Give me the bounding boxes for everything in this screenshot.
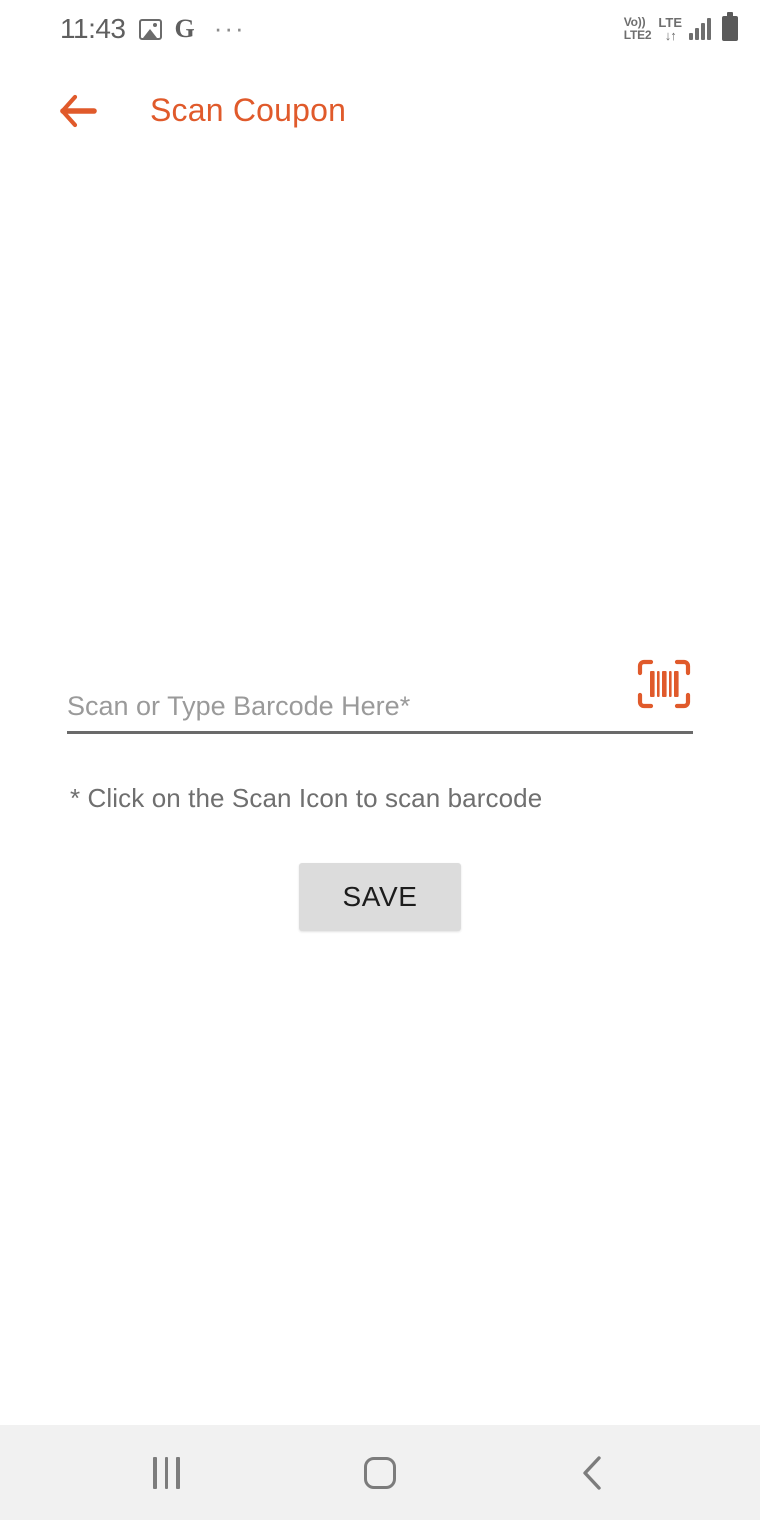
phone-screen: 11:43 G ··· Vo)) LTE2 LTE ↓↑ Scan Coupon… — [0, 0, 760, 1520]
scan-hint-text: * Click on the Scan Icon to scan barcode — [70, 783, 543, 813]
photos-icon — [138, 18, 162, 40]
status-bar: 11:43 G ··· Vo)) LTE2 LTE ↓↑ — [0, 0, 760, 58]
network-type-indicator: LTE ↓↑ — [658, 16, 682, 43]
volte-indicator: Vo)) LTE2 — [624, 16, 652, 41]
main-content: * Click on the Scan Icon to scan barcode… — [0, 163, 760, 1425]
status-clock: 11:43 — [60, 13, 126, 44]
barcode-scan-icon[interactable] — [636, 658, 692, 710]
recents-icon[interactable] — [112, 1425, 222, 1520]
barcode-field-wrapper — [67, 691, 693, 734]
app-bar: Scan Coupon — [0, 58, 760, 170]
data-transfer-arrows-icon: ↓↑ — [664, 28, 677, 44]
barcode-field-row — [67, 659, 693, 734]
status-bar-left: 11:43 G ··· — [60, 13, 246, 45]
network-label: LTE — [658, 14, 682, 30]
barcode-input[interactable] — [67, 691, 692, 722]
signal-strength-icon — [689, 17, 711, 40]
google-icon: G — [174, 14, 195, 43]
system-navigation-bar — [0, 1425, 760, 1520]
page-title: Scan Coupon — [150, 92, 347, 128]
back-icon[interactable] — [538, 1425, 648, 1520]
battery-full-icon — [722, 12, 738, 42]
back-arrow-icon[interactable] — [56, 89, 100, 133]
barcode-input-underline — [67, 731, 693, 734]
volte-line-2: LTE2 — [623, 27, 652, 42]
more-notifications-icon: ··· — [213, 13, 246, 44]
save-button[interactable]: SAVE — [299, 863, 461, 931]
status-bar-right: Vo)) LTE2 LTE ↓↑ — [624, 12, 738, 43]
home-icon[interactable] — [325, 1425, 435, 1520]
